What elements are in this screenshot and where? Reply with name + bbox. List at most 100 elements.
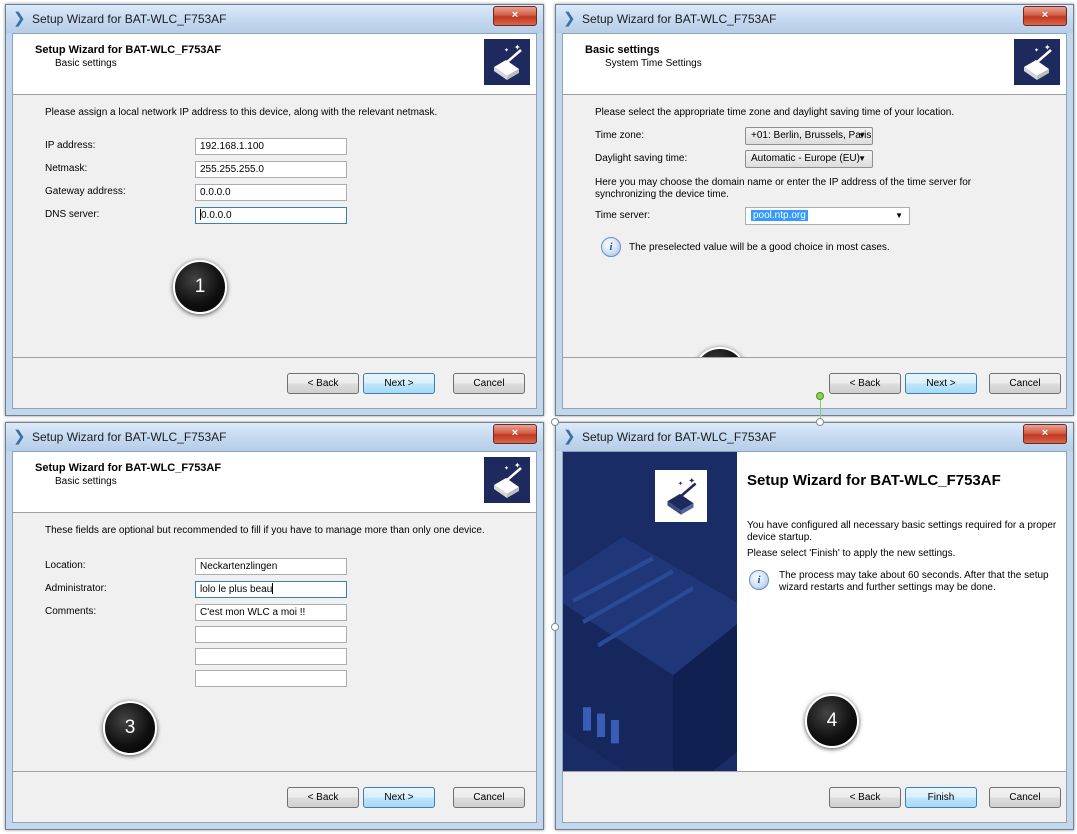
window-title: Setup Wizard for BAT-WLC_F753AF <box>582 12 777 26</box>
back-button[interactable]: < Back <box>287 787 359 808</box>
magic-wand-box-icon: ✦ ✦ <box>484 457 530 503</box>
device-illustration <box>563 452 737 771</box>
comments-line-3[interactable] <box>195 648 347 665</box>
wizard-finish-body: Setup Wizard for BAT-WLC_F753AF You have… <box>737 452 1066 771</box>
step-callout-4: 4 <box>805 694 859 748</box>
wizard-body: Please select the appropriate time zone … <box>563 95 1066 401</box>
title-bar[interactable]: ❯ Setup Wizard for BAT-WLC_F753AF × <box>556 423 1073 451</box>
next-button[interactable]: Next > <box>905 373 977 394</box>
header-subtitle: Basic settings <box>55 58 117 69</box>
close-button[interactable]: × <box>493 424 537 444</box>
finish-button[interactable]: Finish <box>905 787 977 808</box>
wizard-window-4: ❯ Setup Wizard for BAT-WLC_F753AF × ✦✦ <box>555 422 1074 830</box>
back-button[interactable]: < Back <box>829 373 901 394</box>
header-subtitle: Basic settings <box>55 476 117 487</box>
chevron-right-icon: ❯ <box>13 428 26 445</box>
magic-wand-box-icon: ✦ ✦ <box>655 470 707 522</box>
time-server-value: pool.ntp.org <box>751 210 808 221</box>
svg-text:✦: ✦ <box>678 481 683 488</box>
dns-server-value: 0.0.0.0 <box>201 210 232 221</box>
wizard-body: These fields are optional but recommende… <box>13 513 536 771</box>
rotate-handle[interactable] <box>816 392 824 400</box>
gateway-address-input[interactable]: 0.0.0.0 <box>195 184 347 201</box>
wizard-footer: < Back Next > Cancel <box>13 357 536 408</box>
wizard-footer: < Back Next > Cancel <box>563 357 1066 408</box>
chevron-right-icon: ❯ <box>563 10 576 27</box>
cancel-button[interactable]: Cancel <box>989 373 1061 394</box>
location-label: Location: <box>45 560 86 571</box>
svg-text:✦: ✦ <box>504 465 509 472</box>
comments-line-1[interactable]: C'est mon WLC a moi !! <box>195 604 347 621</box>
comments-line-2[interactable] <box>195 626 347 643</box>
netmask-label: Netmask: <box>45 163 88 174</box>
time-zone-value: +01: Berlin, Brussels, Paris, ... <box>751 130 873 141</box>
next-button[interactable]: Next > <box>363 787 435 808</box>
administrator-label: Administrator: <box>45 583 107 594</box>
wizard-window-2: ❯ Setup Wizard for BAT-WLC_F753AF × Basi… <box>555 4 1074 416</box>
wizard-footer: < Back Next > Cancel <box>13 771 536 822</box>
wizard-header: Setup Wizard for BAT-WLC_F753AF Basic se… <box>13 34 536 95</box>
chevron-down-icon: ▼ <box>895 211 903 220</box>
next-button[interactable]: Next > <box>363 373 435 394</box>
magic-wand-box-icon: ✦ ✦ <box>1014 39 1060 85</box>
wizard-client: Setup Wizard for BAT-WLC_F753AF Basic se… <box>12 451 537 823</box>
time-server-combo[interactable]: pool.ntp.org ▼ <box>745 207 910 225</box>
svg-text:✦: ✦ <box>688 475 695 485</box>
chevron-right-icon: ❯ <box>13 10 26 27</box>
cancel-button[interactable]: Cancel <box>453 787 525 808</box>
administrator-value: lolo le plus beau <box>200 584 273 595</box>
daylight-saving-label: Daylight saving time: <box>595 153 688 164</box>
svg-text:✦: ✦ <box>514 43 521 52</box>
window-title: Setup Wizard for BAT-WLC_F753AF <box>582 430 777 444</box>
title-bar[interactable]: ❯ Setup Wizard for BAT-WLC_F753AF × <box>6 423 543 451</box>
finish-info-text: The process may take about 60 seconds. A… <box>779 570 1049 593</box>
back-button[interactable]: < Back <box>287 373 359 394</box>
svg-text:✦: ✦ <box>514 461 521 470</box>
cancel-button[interactable]: Cancel <box>453 373 525 394</box>
svg-text:✦: ✦ <box>1044 43 1051 52</box>
resize-handle-corner[interactable] <box>551 418 559 426</box>
cancel-button[interactable]: Cancel <box>989 787 1061 808</box>
description-text: These fields are optional but recommende… <box>45 525 485 536</box>
wizard-client: ✦ ✦ Setup Wizard for BAT-WLC_F753AF You h… <box>562 451 1067 823</box>
chevron-down-icon: ▼ <box>858 154 866 163</box>
wizard-client: Setup Wizard for BAT-WLC_F753AF Basic se… <box>12 33 537 409</box>
daylight-saving-value: Automatic - Europe (EU) <box>751 153 860 164</box>
header-title: Setup Wizard for BAT-WLC_F753AF <box>35 462 222 474</box>
location-input[interactable]: Neckartenzlingen <box>195 558 347 575</box>
ip-address-input[interactable]: 192.168.1.100 <box>195 138 347 155</box>
daylight-saving-select[interactable]: Automatic - Europe (EU) ▼ <box>745 150 873 168</box>
title-bar[interactable]: ❯ Setup Wizard for BAT-WLC_F753AF × <box>556 5 1073 33</box>
close-button[interactable]: × <box>1023 6 1067 26</box>
dns-server-label: DNS server: <box>45 209 100 220</box>
window-title: Setup Wizard for BAT-WLC_F753AF <box>32 12 227 26</box>
info-text: The preselected value will be a good cho… <box>629 242 890 253</box>
resize-handle-top[interactable] <box>816 418 824 426</box>
chevron-down-icon: ▼ <box>858 131 866 140</box>
wizard-footer: < Back Finish Cancel <box>563 771 1066 822</box>
comments-label: Comments: <box>45 606 97 617</box>
back-button[interactable]: < Back <box>829 787 901 808</box>
svg-text:✦: ✦ <box>504 47 509 54</box>
step-callout-3: 3 <box>103 701 157 755</box>
finish-text-1: You have configured all necessary basic … <box>747 520 1057 543</box>
window-title: Setup Wizard for BAT-WLC_F753AF <box>32 430 227 444</box>
info-icon: i <box>749 570 769 590</box>
finish-text-2: Please select 'Finish' to apply the new … <box>747 548 956 559</box>
close-button[interactable]: × <box>1023 424 1067 444</box>
netmask-input[interactable]: 255.255.255.0 <box>195 161 347 178</box>
resize-handle-left[interactable] <box>551 623 559 631</box>
gateway-address-label: Gateway address: <box>45 186 126 197</box>
wizard-window-1: ❯ Setup Wizard for BAT-WLC_F753AF × Setu… <box>5 4 544 416</box>
administrator-input[interactable]: lolo le plus beau <box>195 581 347 598</box>
time-zone-label: Time zone: <box>595 130 645 141</box>
title-bar[interactable]: ❯ Setup Wizard for BAT-WLC_F753AF × <box>6 5 543 33</box>
wizard-body: Please assign a local network IP address… <box>13 95 536 357</box>
comments-line-4[interactable] <box>195 670 347 687</box>
wizard-header: Basic settings System Time Settings ✦ ✦ <box>563 34 1066 95</box>
wizard-window-3: ❯ Setup Wizard for BAT-WLC_F753AF × Setu… <box>5 422 544 830</box>
time-zone-select[interactable]: +01: Berlin, Brussels, Paris, ... ▼ <box>745 127 873 145</box>
close-button[interactable]: × <box>493 6 537 26</box>
wizard-client: Basic settings System Time Settings ✦ ✦ P… <box>562 33 1067 409</box>
dns-server-input[interactable]: 0.0.0.0 <box>195 207 347 224</box>
